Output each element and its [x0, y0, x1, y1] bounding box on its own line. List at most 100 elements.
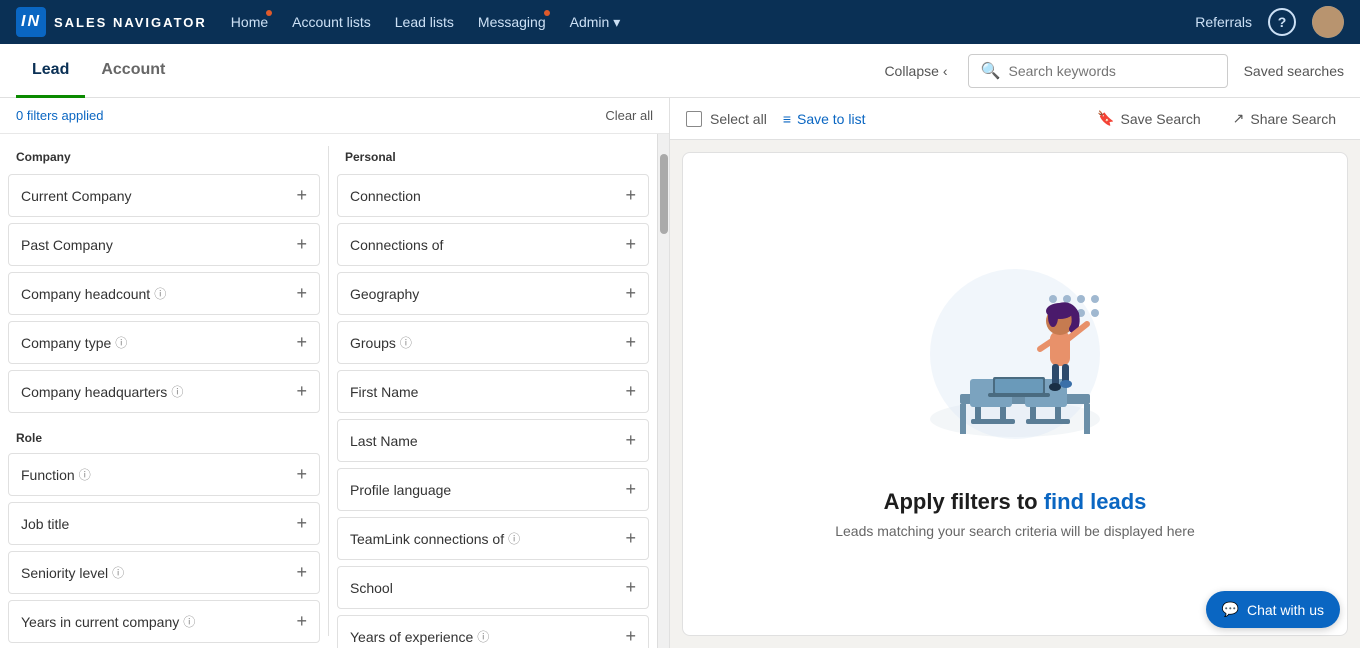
filter-columns: Company Current Company + Past Company +… [0, 134, 669, 648]
filter-last-name[interactable]: Last Name + [337, 419, 649, 462]
info-icon: ⓘ [183, 613, 195, 630]
info-icon: ⓘ [115, 334, 127, 351]
avatar[interactable] [1312, 6, 1344, 38]
role-section-label: Role [8, 419, 320, 453]
search-bar[interactable]: 🔍 [968, 54, 1228, 88]
linkedin-icon: in [16, 7, 46, 37]
filter-connection[interactable]: Connection + [337, 174, 649, 217]
plus-icon: + [625, 528, 636, 549]
filter-current-company[interactable]: Current Company + [8, 174, 320, 217]
empty-state: Apply filters to find leads Leads matchi… [682, 152, 1348, 636]
plus-icon: + [296, 283, 307, 304]
empty-state-highlight: find leads [1044, 489, 1147, 514]
filter-past-company[interactable]: Past Company + [8, 223, 320, 266]
scroll-thumb[interactable] [660, 154, 668, 234]
plus-icon: + [625, 626, 636, 647]
filter-company-headquarters[interactable]: Company headquarters ⓘ + [8, 370, 320, 413]
nav-admin[interactable]: Admin ▾ [570, 10, 621, 35]
search-icon: 🔍 [981, 61, 1001, 81]
filter-company-type[interactable]: Company type ⓘ + [8, 321, 320, 364]
filter-profile-language[interactable]: Profile language + [337, 468, 649, 511]
clear-all-button[interactable]: Clear all [605, 108, 653, 123]
nav-right: Referrals ? [1195, 6, 1344, 38]
illustration [905, 249, 1125, 469]
filter-seniority-level[interactable]: Seniority level ⓘ + [8, 551, 320, 594]
info-icon: ⓘ [508, 530, 520, 547]
brand-logo[interactable]: in SALES NAVIGATOR [16, 7, 207, 37]
info-icon: ⓘ [154, 285, 166, 302]
info-icon: ⓘ [400, 334, 412, 351]
collapse-chevron-icon: ‹ [943, 63, 948, 79]
list-icon: ≡ [783, 111, 791, 127]
tab-lead[interactable]: Lead [16, 45, 85, 98]
info-icon: ⓘ [79, 466, 91, 483]
bookmark-icon: 🔖 [1097, 110, 1114, 127]
plus-icon: + [625, 577, 636, 598]
empty-state-title: Apply filters to find leads [835, 489, 1195, 515]
saved-searches-link[interactable]: Saved searches [1244, 63, 1344, 79]
plus-icon: + [296, 464, 307, 485]
filter-years-of-experience[interactable]: Years of experience ⓘ + [337, 615, 649, 648]
filters-count: 0 filters applied [16, 108, 103, 123]
nav-lead-lists[interactable]: Lead lists [395, 10, 454, 34]
plus-icon: + [625, 381, 636, 402]
right-filter-column: Personal Connection + Connections of + G… [329, 134, 657, 648]
filter-connections-of[interactable]: Connections of + [337, 223, 649, 266]
info-icon: ⓘ [171, 383, 183, 400]
filter-school[interactable]: School + [337, 566, 649, 609]
toolbar-right: 🔖 Save Search ↗ Share Search [1089, 106, 1344, 131]
chat-button[interactable]: 💬 Chat with us [1206, 591, 1340, 628]
nav-account-lists[interactable]: Account lists [292, 10, 371, 34]
right-toolbar: Select all ≡ Save to list 🔖 Save Search … [670, 98, 1360, 140]
plus-icon: + [296, 234, 307, 255]
nav-home[interactable]: Home [231, 10, 268, 34]
filter-function[interactable]: Function ⓘ + [8, 453, 320, 496]
info-icon: ⓘ [477, 628, 489, 645]
save-search-button[interactable]: 🔖 Save Search [1089, 106, 1209, 131]
empty-state-content: Apply filters to find leads Leads matchi… [795, 209, 1235, 579]
search-input[interactable] [1009, 63, 1215, 79]
plus-icon: + [625, 479, 636, 500]
select-all-checkbox[interactable] [686, 111, 702, 127]
nav-messaging[interactable]: Messaging [478, 10, 546, 34]
plus-icon: + [625, 283, 636, 304]
nav-links: Home Account lists Lead lists Messaging … [231, 10, 1171, 35]
plus-icon: + [296, 332, 307, 353]
plus-icon: + [296, 611, 307, 632]
filter-years-current-company[interactable]: Years in current company ⓘ + [8, 600, 320, 643]
company-section-label: Company [8, 146, 320, 172]
chat-icon: 💬 [1222, 601, 1239, 618]
empty-state-subtitle: Leads matching your search criteria will… [835, 523, 1195, 539]
filter-company-headcount[interactable]: Company headcount ⓘ + [8, 272, 320, 315]
save-to-list-button[interactable]: ≡ Save to list [783, 111, 866, 127]
tabs-row: Lead Account Collapse ‹ 🔍 Saved searches [0, 44, 1360, 98]
plus-icon: + [296, 562, 307, 583]
plus-icon: + [296, 381, 307, 402]
left-panel: 0 filters applied Clear all Company Curr… [0, 98, 670, 648]
filter-job-title[interactable]: Job title + [8, 502, 320, 545]
right-panel: Select all ≡ Save to list 🔖 Save Search … [670, 98, 1360, 648]
plus-icon: + [625, 430, 636, 451]
scrollbar[interactable] [657, 134, 669, 648]
collapse-button[interactable]: Collapse ‹ [884, 63, 947, 79]
help-icon[interactable]: ? [1268, 8, 1296, 36]
share-search-button[interactable]: ↗ Share Search [1225, 106, 1344, 131]
plus-icon: + [625, 332, 636, 353]
info-icon: ⓘ [112, 564, 124, 581]
personal-section-label: Personal [337, 146, 649, 172]
plus-icon: + [625, 185, 636, 206]
filter-groups[interactable]: Groups ⓘ + [337, 321, 649, 364]
nav-referrals[interactable]: Referrals [1195, 10, 1252, 34]
filter-header: 0 filters applied Clear all [0, 98, 669, 134]
plus-icon: + [625, 234, 636, 255]
filter-teamlink-connections[interactable]: TeamLink connections of ⓘ + [337, 517, 649, 560]
plus-icon: + [296, 513, 307, 534]
left-filter-column: Company Current Company + Past Company +… [0, 134, 328, 648]
filter-geography[interactable]: Geography + [337, 272, 649, 315]
share-icon: ↗ [1233, 110, 1245, 127]
main-layout: 0 filters applied Clear all Company Curr… [0, 98, 1360, 648]
tab-account[interactable]: Account [85, 45, 181, 98]
select-all-label[interactable]: Select all [710, 111, 767, 127]
filter-first-name[interactable]: First Name + [337, 370, 649, 413]
select-all-area: Select all [686, 111, 767, 127]
